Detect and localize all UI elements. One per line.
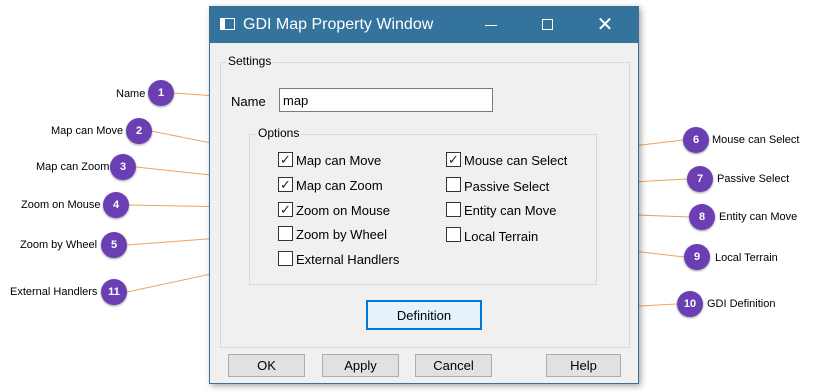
maximize-button[interactable]	[525, 7, 571, 43]
definition-button[interactable]: Definition	[366, 300, 482, 330]
zoom-by-wheel-label: Zoom by Wheel	[296, 227, 388, 242]
checkmark-icon: ✓	[280, 177, 291, 192]
checkmark-icon: ✓	[280, 202, 291, 217]
callout-badge-6: 6	[683, 127, 709, 153]
entity-can-move-checkbox[interactable]	[446, 202, 461, 217]
passive-select-label: Passive Select	[464, 179, 550, 194]
callout-badge-1: 1	[148, 80, 174, 106]
window-title: GDI Map Property Window	[243, 16, 434, 33]
zoom-on-mouse-checkbox[interactable]: ✓	[278, 202, 293, 217]
callout-badge-9: 9	[684, 244, 710, 270]
gdi-map-property-window: GDI Map Property Window ✕ Settings Name …	[209, 6, 639, 384]
ok-button[interactable]: OK	[228, 354, 305, 377]
callout-badge-4: 4	[103, 192, 129, 218]
checkmark-icon: ✓	[280, 152, 291, 167]
annotation-zoom-by-wheel: Zoom by Wheel	[20, 239, 98, 251]
mouse-can-select-checkbox[interactable]: ✓	[446, 152, 461, 167]
entity-can-move-label: Entity can Move	[464, 203, 557, 218]
annotation-entity-can-move: Entity can Move	[719, 211, 798, 223]
title-bar[interactable]: GDI Map Property Window ✕	[210, 7, 638, 43]
callout-badge-5: 5	[101, 232, 127, 258]
minimize-button[interactable]	[468, 7, 514, 43]
annotation-map-can-move: Map can Move	[51, 125, 124, 137]
map-can-move-label: Map can Move	[296, 153, 382, 168]
options-group-label: Options	[256, 126, 302, 140]
callout-badge-7: 7	[687, 166, 713, 192]
callout-badge-10: 10	[677, 291, 703, 317]
callout-badge-3: 3	[110, 154, 136, 180]
annotation-map-can-zoom: Map can Zoom	[36, 161, 110, 173]
local-terrain-checkbox[interactable]	[446, 227, 461, 242]
map-can-zoom-label: Map can Zoom	[296, 178, 383, 193]
help-button[interactable]: Help	[546, 354, 621, 377]
cancel-button[interactable]: Cancel	[415, 354, 492, 377]
name-label: Name	[231, 94, 266, 109]
map-can-move-checkbox[interactable]: ✓	[278, 152, 293, 167]
maximize-icon	[542, 19, 553, 30]
external-handlers-label: External Handlers	[296, 252, 400, 267]
window-app-icon	[220, 18, 235, 30]
callout-badge-2: 2	[126, 118, 152, 144]
external-handlers-checkbox[interactable]	[278, 251, 293, 266]
annotation-gdi-definition: GDI Definition	[707, 298, 776, 310]
checkmark-icon: ✓	[448, 152, 459, 167]
settings-group-label: Settings	[226, 54, 274, 68]
passive-select-checkbox[interactable]	[446, 177, 461, 192]
annotation-external-handlers: External Handlers	[10, 286, 98, 298]
local-terrain-label: Local Terrain	[464, 229, 539, 244]
annotation-mouse-can-select: Mouse can Select	[712, 134, 800, 146]
callout-badge-8: 8	[689, 204, 715, 230]
name-field[interactable]	[279, 88, 493, 112]
map-can-zoom-checkbox[interactable]: ✓	[278, 177, 293, 192]
annotation-local-terrain: Local Terrain	[715, 252, 778, 264]
close-icon: ✕	[596, 14, 614, 36]
annotation-zoom-on-mouse: Zoom on Mouse	[21, 199, 101, 211]
annotation-name: Name	[116, 88, 146, 100]
zoom-on-mouse-label: Zoom on Mouse	[296, 203, 390, 218]
zoom-by-wheel-checkbox[interactable]	[278, 226, 293, 241]
minimize-icon	[485, 25, 497, 26]
close-button[interactable]: ✕	[582, 7, 628, 43]
annotation-passive-select: Passive Select	[717, 173, 790, 185]
apply-button[interactable]: Apply	[322, 354, 399, 377]
mouse-can-select-label: Mouse can Select	[464, 153, 568, 168]
callout-badge-11: 11	[101, 279, 127, 305]
